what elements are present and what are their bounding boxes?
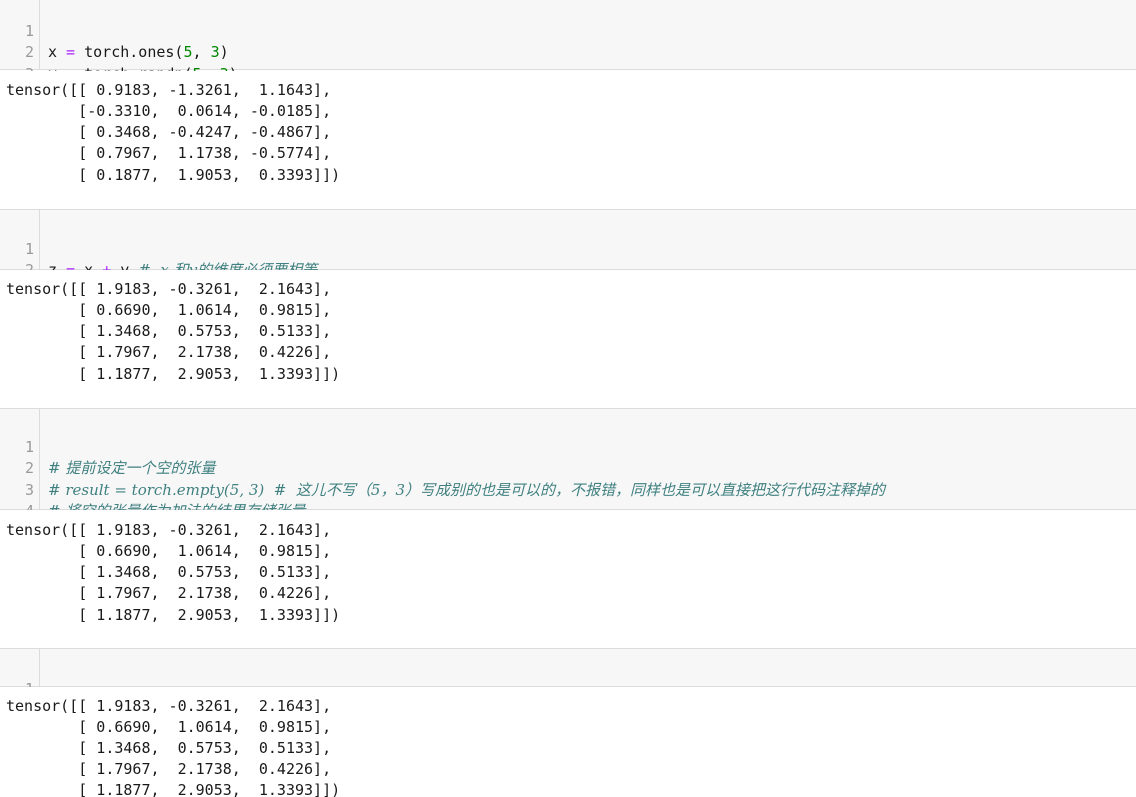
code-cell-4[interactable]: 1 result [0, 648, 1136, 720]
output-line: [ 0.6690, 1.0614, 0.9815], [6, 718, 332, 736]
output-line: [ 0.6690, 1.0614, 0.9815], [6, 301, 332, 319]
code-line[interactable]: 1 x = torch.ones(5, 3) [0, 0, 1136, 62]
code-line[interactable]: 2 z [0, 239, 1136, 301]
output-line: tensor([[ 1.9183, -0.3261, 2.1643], [6, 521, 332, 539]
code-line[interactable]: 2 y = torch.randn(5, 3) [0, 21, 1136, 83]
output-line: [ 1.3468, 0.5753, 0.5133], [6, 563, 332, 581]
output-line: [ 1.1877, 2.9053, 1.3393]]) [6, 606, 341, 624]
code-line[interactable]: 4 torch.add(x, y, out=result) [0, 480, 1136, 542]
output-line: [-0.3310, 0.0614, -0.0185], [6, 102, 332, 120]
output-line: [ 1.1877, 2.9053, 1.3393]]) [6, 781, 341, 797]
code-line[interactable]: 3 # 将空的张量作为加法的结果存储张量 [0, 458, 1136, 521]
output-area-3: tensor([[ 1.9183, -0.3261, 2.1643], [ 0.… [0, 510, 1136, 648]
code-line[interactable]: 1 result [0, 657, 1136, 720]
code-cell-3[interactable]: 1 # 提前设定一个空的张量 2 # result = torch.empty(… [0, 408, 1136, 542]
output-line: [ 1.7967, 2.1738, 0.4226], [6, 343, 332, 361]
output-line: [ 1.7967, 2.1738, 0.4226], [6, 584, 332, 602]
output-area-1: tensor([[ 0.9183, -1.3261, 1.1643], [-0.… [0, 71, 1136, 209]
code-line[interactable]: 2 # result = torch.empty(5, 3) # 这儿不写（5，… [0, 437, 1136, 499]
output-line: tensor([[ 1.9183, -0.3261, 2.1643], [6, 697, 332, 715]
code-line[interactable]: 1 # 提前设定一个空的张量 [0, 415, 1136, 478]
code-cell-1[interactable]: 1 x = torch.ones(5, 3) 2 y = torch.randn… [0, 0, 1136, 105]
output-line: [ 1.1877, 2.9053, 1.3393]]) [6, 365, 341, 383]
output-line: tensor([[ 0.9183, -1.3261, 1.1643], [6, 81, 332, 99]
output-line: [ 1.7967, 2.1738, 0.4226], [6, 760, 332, 778]
output-area-2: tensor([[ 1.9183, -0.3261, 2.1643], [ 0.… [0, 270, 1136, 408]
code-line[interactable]: 3 y [0, 42, 1136, 105]
output-line: [ 0.6690, 1.0614, 0.9815], [6, 542, 332, 560]
output-area-4: tensor([[ 1.9183, -0.3261, 2.1643], [ 0.… [0, 687, 1136, 797]
output-line: [ 0.7967, 1.1738, -0.5774], [6, 144, 332, 162]
code-cell-2[interactable]: 1 z = x + y # x 和y的维度必须要相等 2 z [0, 209, 1136, 301]
output-line: [ 1.3468, 0.5753, 0.5133], [6, 739, 332, 757]
output-line: [ 1.3468, 0.5753, 0.5133], [6, 322, 332, 340]
output-line: tensor([[ 1.9183, -0.3261, 2.1643], [6, 280, 332, 298]
output-line: [ 0.3468, -0.4247, -0.4867], [6, 123, 332, 141]
output-line: [ 0.1877, 1.9053, 0.3393]]) [6, 166, 341, 184]
code-line[interactable]: 1 z = x + y # x 和y的维度必须要相等 [0, 217, 1136, 280]
